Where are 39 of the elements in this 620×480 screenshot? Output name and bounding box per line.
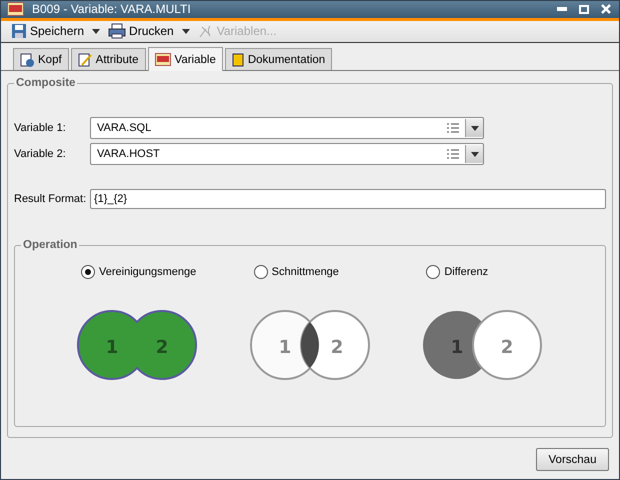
- set-number-label: 2: [330, 337, 343, 358]
- maximize-icon[interactable]: [577, 2, 591, 16]
- preview-button[interactable]: Vorschau: [536, 448, 609, 471]
- list-icon[interactable]: [447, 123, 459, 133]
- radio-button[interactable]: Vereinigungsmenge: [81, 265, 254, 279]
- set-number-label: 2: [501, 337, 514, 358]
- set-number-label: 1: [278, 337, 291, 358]
- list-icon[interactable]: [447, 149, 459, 159]
- variable-combo-box[interactable]: VARA.SQL: [90, 117, 484, 139]
- caret-icon: [470, 126, 478, 130]
- radio-button[interactable]: Schnittmenge: [254, 265, 426, 279]
- var-badge-icon: [7, 2, 24, 16]
- window-title: B009 - Variable: VARA.MULTI: [32, 2, 192, 16]
- set-number-label: 1: [451, 337, 464, 358]
- result-format-field[interactable]: {1}_{2}: [90, 189, 606, 209]
- printer-icon: [108, 23, 126, 40]
- document-info-icon: [20, 52, 34, 66]
- dropdown-button[interactable]: [465, 145, 483, 163]
- caret-icon: [470, 152, 478, 156]
- set-number-label: 1: [106, 337, 118, 358]
- set-number-label: 2: [156, 337, 168, 358]
- tab[interactable]: Variable: [148, 47, 223, 71]
- book-icon: [232, 52, 244, 66]
- tab[interactable]: Attribute: [70, 48, 146, 70]
- field-label: Variable 2:: [14, 148, 67, 160]
- variable-combo-box[interactable]: VARA.HOST: [90, 143, 484, 165]
- save-button[interactable]: Speichern: [9, 21, 86, 42]
- tab[interactable]: Kopf: [13, 48, 69, 70]
- document-pencil-icon: [78, 52, 92, 66]
- group-title: Operation: [22, 239, 78, 251]
- print-button[interactable]: Drucken: [106, 21, 176, 42]
- field-label: Result Format:: [14, 193, 88, 205]
- group-title: Composite: [15, 77, 76, 89]
- dropdown-button[interactable]: [465, 119, 483, 137]
- field-label: Variable 1:: [14, 122, 67, 134]
- var-badge-icon: [154, 53, 170, 66]
- tab[interactable]: Dokumentation: [224, 48, 332, 70]
- radio-button[interactable]: Differenz: [426, 265, 599, 279]
- close-icon[interactable]: [599, 2, 613, 16]
